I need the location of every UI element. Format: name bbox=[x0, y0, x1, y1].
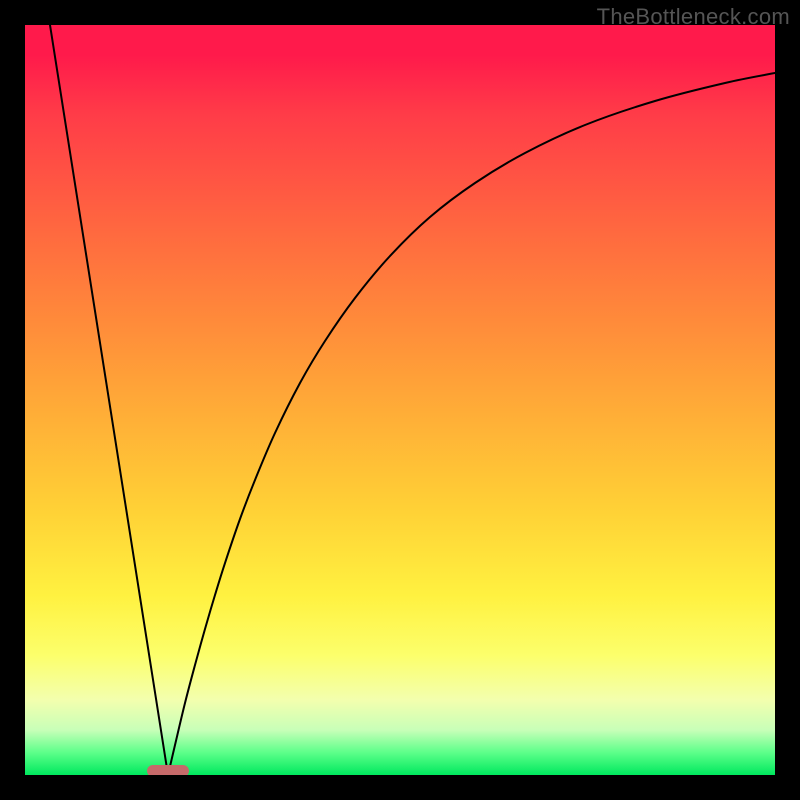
plot-area bbox=[25, 25, 775, 775]
chart-frame: TheBottleneck.com bbox=[0, 0, 800, 800]
curve-left-limb bbox=[50, 25, 168, 775]
curve-right-limb bbox=[168, 73, 775, 775]
curve-svg bbox=[25, 25, 775, 775]
optimum-marker bbox=[147, 765, 189, 775]
